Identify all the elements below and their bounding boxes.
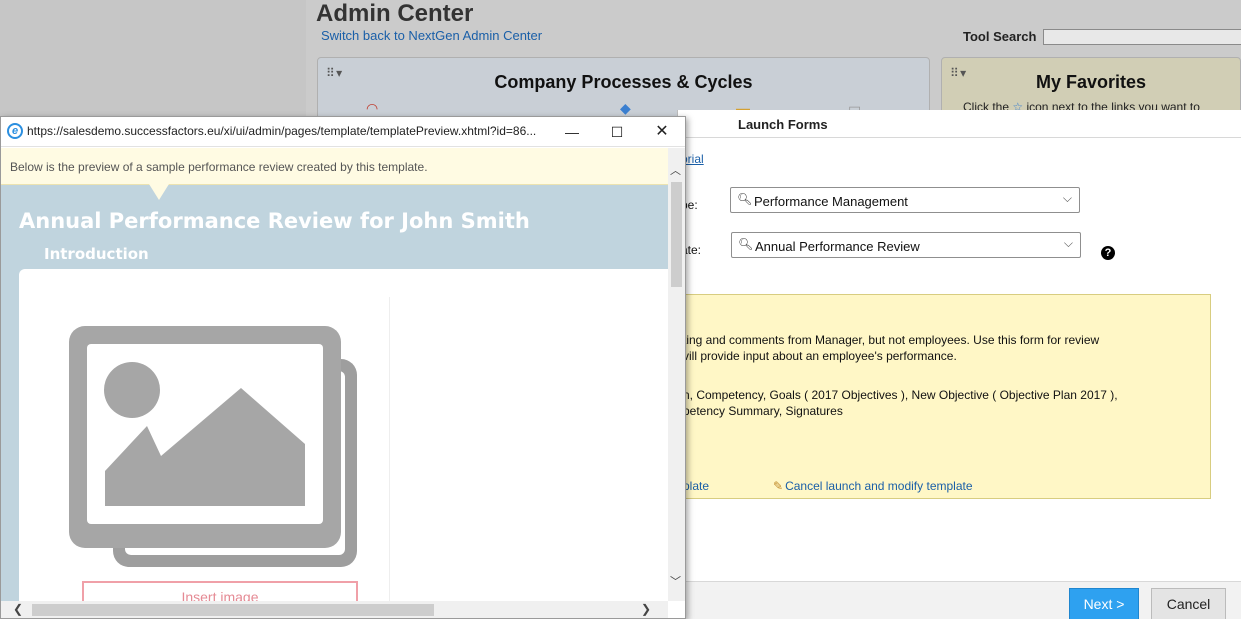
maximize-icon[interactable]: ☐: [606, 121, 628, 143]
preview-notice-text: Below is the preview of a sample perform…: [10, 160, 428, 174]
chevron-down-icon[interactable]: ﹀: [670, 573, 681, 589]
chevron-down-icon[interactable]: ⌵: [1063, 191, 1072, 206]
search-icon: 🔍︎: [738, 237, 754, 251]
template-info-box: ting and comments from Manager, but not …: [678, 294, 1211, 499]
form-template-value: Annual Performance Review: [755, 239, 920, 254]
cancel-modify-label: Cancel launch and modify template: [785, 479, 973, 493]
portlet-title: My Favorites: [1035, 72, 1147, 92]
process-icon[interactable]: ◆: [620, 100, 631, 117]
chevron-right-icon[interactable]: ❯: [641, 602, 651, 616]
next-button[interactable]: Next >: [1069, 588, 1139, 619]
template-preview-window: e https://salesdemo.successfactors.eu/xi…: [0, 116, 686, 619]
form-type-value: Performance Management: [754, 194, 908, 209]
tool-search-input[interactable]: [1043, 29, 1241, 45]
page-title: Admin Center: [316, 0, 474, 27]
template-sections-line: n, Competency, Goals ( 2017 Objectives )…: [683, 388, 1118, 402]
template-description-line: ting and comments from Manager, but not …: [683, 333, 1100, 347]
portlet-title: Company Processes & Cycles: [494, 72, 753, 92]
preview-content: Below is the preview of a sample perform…: [1, 148, 668, 601]
preview-template-link[interactable]: plate: [683, 479, 709, 493]
chevron-left-icon[interactable]: ❮: [13, 602, 23, 616]
switch-nextgen-link[interactable]: Switch back to NextGen Admin Center: [321, 28, 542, 43]
vertical-scrollbar[interactable]: ︿ ﹀: [668, 148, 685, 601]
introduction-card: Insert image: [19, 269, 668, 601]
dialog-title: Launch Forms: [738, 117, 828, 132]
window-titlebar[interactable]: e https://salesdemo.successfactors.eu/xi…: [1, 117, 685, 147]
insert-image-button[interactable]: Insert image: [82, 581, 358, 601]
dialog-footer: Next > Cancel: [678, 581, 1241, 619]
notice-pointer: [149, 184, 169, 200]
close-icon[interactable]: ✕: [651, 121, 673, 143]
chevron-down-icon[interactable]: ⌵: [1064, 236, 1073, 251]
horizontal-scrollbar[interactable]: ❮ ❯: [1, 601, 668, 618]
tool-search-label: Tool Search: [963, 29, 1037, 44]
template-sections-line: petency Summary, Signatures: [683, 404, 843, 418]
window-url: https://salesdemo.successfactors.eu/xi/u…: [27, 124, 537, 138]
card-divider: [389, 297, 390, 601]
form-template-select[interactable]: 🔍︎ Annual Performance Review ⌵: [731, 232, 1081, 258]
chevron-up-icon[interactable]: ︿: [670, 162, 681, 178]
minimize-icon[interactable]: —: [561, 121, 583, 143]
review-title: Annual Performance Review for John Smith: [19, 209, 530, 233]
ie-icon: e: [7, 123, 23, 139]
cancel-modify-template-link[interactable]: ✎ Cancel launch and modify template: [773, 479, 973, 493]
cancel-button[interactable]: Cancel: [1151, 588, 1226, 619]
launch-forms-dialog: Launch Forms orial pe: 🔍︎ Performance Ma…: [677, 110, 1241, 619]
template-description-line: vill provide input about an employee's p…: [683, 349, 957, 363]
image-placeholder-icon: [69, 326, 357, 567]
section-title: Introduction: [44, 245, 149, 263]
pencil-icon: ✎: [773, 479, 784, 493]
search-icon: 🔍︎: [737, 192, 753, 206]
form-type-select[interactable]: 🔍︎ Performance Management ⌵: [730, 187, 1080, 213]
horizontal-scroll-thumb[interactable]: [32, 604, 434, 616]
vertical-scroll-thumb[interactable]: [671, 182, 682, 287]
help-icon[interactable]: ?: [1101, 246, 1115, 260]
process-icon[interactable]: ◠: [366, 100, 378, 117]
preview-notice: Below is the preview of a sample perform…: [1, 148, 668, 185]
dialog-header: Launch Forms: [678, 110, 1241, 138]
